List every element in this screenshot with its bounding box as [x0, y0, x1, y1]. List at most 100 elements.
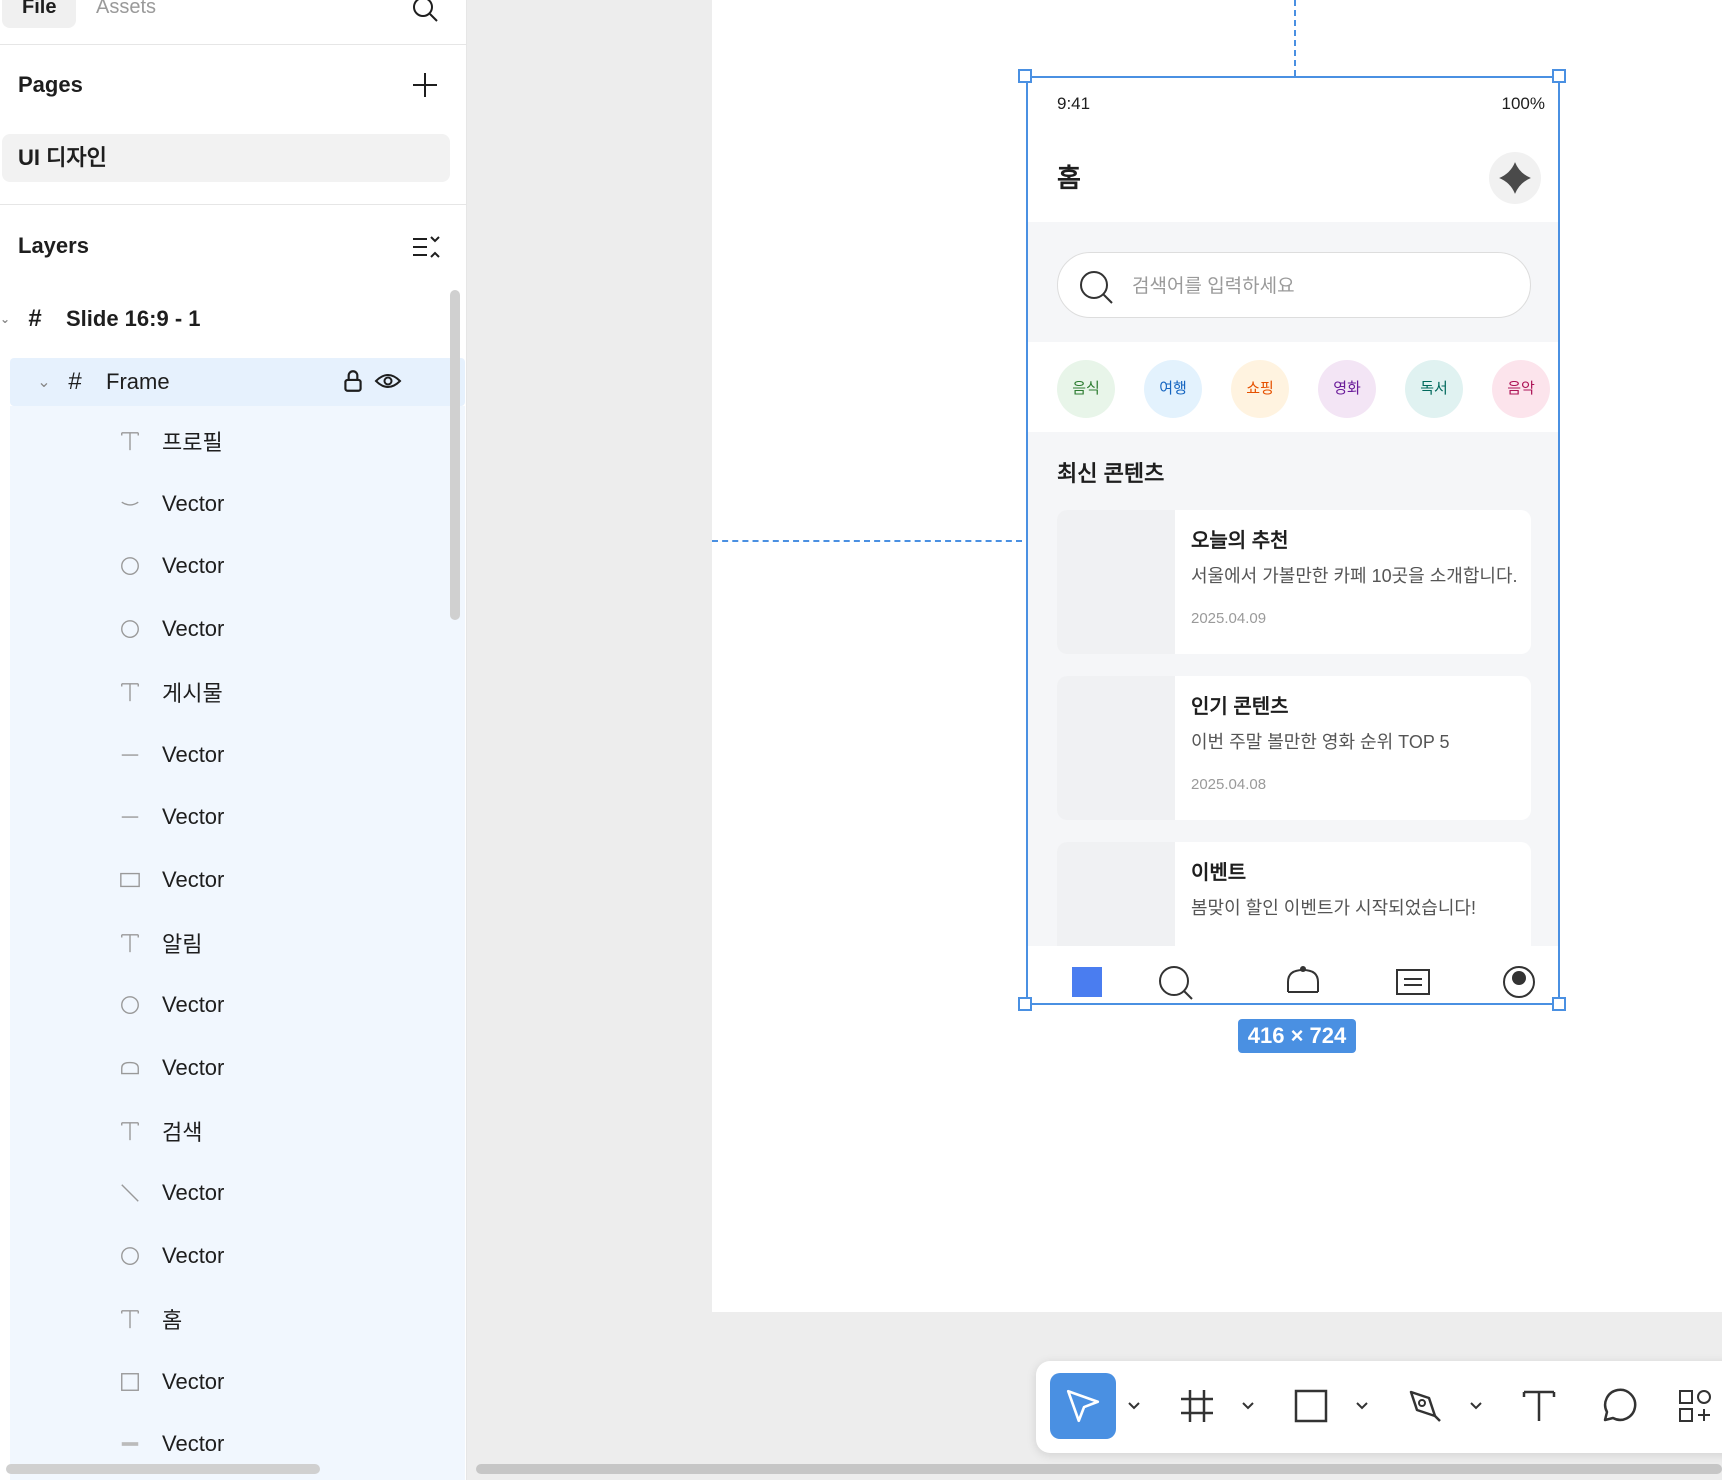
- content-card[interactable]: 오늘의 추천 서울에서 가볼만한 카페 10곳을 소개합니다. 2025.04.…: [1057, 510, 1531, 654]
- category-chip[interactable]: 음식: [1057, 360, 1115, 418]
- chevron-down-icon[interactable]: [1466, 1395, 1486, 1415]
- status-time: 9:41: [1057, 94, 1091, 113]
- layer-item[interactable]: Vector: [110, 982, 450, 1028]
- frame-tool-button[interactable]: [1164, 1373, 1230, 1439]
- guide-horizontal: [712, 540, 1022, 542]
- add-page-icon[interactable]: [410, 70, 440, 100]
- resize-handle-top-right[interactable]: [1552, 69, 1566, 83]
- resize-handle-top-left[interactable]: [1018, 69, 1032, 83]
- layer-item[interactable]: Vector: [110, 732, 450, 778]
- layer-item[interactable]: 게시물: [110, 669, 450, 715]
- chevron-down-icon[interactable]: ⌄: [10, 372, 60, 392]
- layer-frame[interactable]: ⌄ # Frame: [10, 358, 465, 406]
- layer-item[interactable]: Vector: [110, 606, 450, 652]
- resize-handle-bottom-left[interactable]: [1018, 997, 1032, 1011]
- resize-handle-bottom-right[interactable]: [1552, 997, 1566, 1011]
- document-icon: [1396, 969, 1430, 995]
- nav-home[interactable]: [1069, 964, 1105, 1000]
- pen-tool-button[interactable]: [1392, 1373, 1458, 1439]
- text-icon: [110, 672, 150, 712]
- chevron-down-icon[interactable]: ⌄: [0, 312, 10, 326]
- circle-vector-icon: [110, 985, 150, 1025]
- layer-item[interactable]: Vector: [110, 794, 450, 840]
- layer-label: Vector: [162, 616, 225, 642]
- layer-label: 홈: [162, 1307, 183, 1333]
- layer-item[interactable]: 검색: [110, 1108, 450, 1154]
- page-item-ui-design[interactable]: UI 디자인: [2, 134, 450, 182]
- layer-item[interactable]: Vector: [110, 1045, 450, 1091]
- nav-search[interactable]: [1157, 964, 1193, 1000]
- layers-vertical-scrollbar[interactable]: [450, 290, 460, 620]
- text-icon: [1522, 1390, 1556, 1421]
- layers-horizontal-scrollbar[interactable]: [6, 1464, 320, 1474]
- shape-tool-button[interactable]: [1278, 1373, 1344, 1439]
- bar-vector-icon: [110, 1424, 150, 1464]
- notification-button[interactable]: [1489, 152, 1541, 204]
- text-icon: [110, 923, 150, 963]
- card-thumbnail: [1057, 676, 1175, 820]
- layer-item[interactable]: Vector: [110, 857, 450, 903]
- resources-tool-button[interactable]: [1662, 1373, 1722, 1439]
- layer-label: 프로필: [162, 430, 223, 455]
- layer-label: Vector: [162, 992, 225, 1018]
- canvas-horizontal-scrollbar[interactable]: [476, 1464, 1722, 1474]
- layer-label: Vector: [162, 1180, 225, 1206]
- layer-slide[interactable]: ⌄ # Slide 16:9 - 1: [0, 296, 460, 342]
- content-card[interactable]: 인기 콘텐츠 이번 주말 볼만한 영화 순위 TOP 5 2025.04.08: [1057, 676, 1531, 820]
- card-date: 2025.04.08: [1191, 776, 1267, 793]
- search-area: 검색어를 입력하세요: [1027, 222, 1559, 342]
- card-description: 서울에서 가볼만한 카페 10곳을 소개합니다.: [1191, 566, 1518, 586]
- phone-frame[interactable]: 9:41 100% 홈 검색어를 입력하세요 음식 여행 쇼핑 영화 독서 음악 최신 콘…: [1027, 78, 1559, 1004]
- tab-assets[interactable]: Assets: [76, 0, 176, 28]
- layer-item[interactable]: 프로필: [110, 418, 450, 464]
- category-chip[interactable]: 쇼핑: [1231, 360, 1289, 418]
- layer-item[interactable]: Vector: [110, 1170, 450, 1216]
- chevron-down-icon[interactable]: [1352, 1395, 1372, 1415]
- category-chip[interactable]: 영화: [1318, 360, 1376, 418]
- canvas[interactable]: 9:41 100% 홈 검색어를 입력하세요 음식 여행 쇼핑 영화 독서 음악 최신 콘…: [468, 0, 1722, 1480]
- move-tool-button[interactable]: [1050, 1373, 1116, 1439]
- search-icon[interactable]: [410, 0, 440, 24]
- category-chip[interactable]: 독서: [1405, 360, 1463, 418]
- layer-item[interactable]: Vector: [110, 543, 450, 589]
- layer-item[interactable]: Vector: [110, 481, 450, 527]
- profile-icon: [1503, 966, 1535, 998]
- collapse-layers-icon[interactable]: [410, 232, 440, 262]
- layer-item[interactable]: Vector: [110, 1233, 450, 1279]
- frame-name: Frame: [106, 369, 170, 394]
- line-vector-icon: [110, 797, 150, 837]
- layer-item[interactable]: Vector: [110, 1359, 450, 1405]
- comment-icon: [1603, 1388, 1637, 1422]
- eye-icon[interactable]: [374, 371, 402, 391]
- comment-tool-button[interactable]: [1586, 1373, 1652, 1439]
- chevron-down-icon[interactable]: [1238, 1395, 1258, 1415]
- slide-name: Slide 16:9 - 1: [66, 306, 201, 331]
- text-tool-button[interactable]: [1506, 1373, 1572, 1439]
- circle-vector-icon: [110, 1236, 150, 1276]
- category-chip[interactable]: 여행: [1144, 360, 1202, 418]
- panel-tabs: File Assets: [0, 0, 466, 45]
- search-input[interactable]: 검색어를 입력하세요: [1057, 252, 1531, 318]
- search-placeholder: 검색어를 입력하세요: [1132, 276, 1295, 297]
- lock-icon[interactable]: [340, 368, 366, 394]
- layer-label: 게시물: [162, 680, 223, 706]
- bottom-navigation: [1027, 946, 1559, 1004]
- layer-label: Vector: [162, 1368, 225, 1394]
- layer-label: Vector: [162, 490, 225, 516]
- search-icon: [1159, 966, 1193, 1000]
- nav-alert[interactable]: [1285, 964, 1321, 1000]
- pages-title: Pages: [18, 72, 83, 97]
- chevron-down-icon[interactable]: [1124, 1395, 1144, 1415]
- nav-posts[interactable]: [1395, 964, 1431, 1000]
- layer-label: Vector: [162, 804, 225, 830]
- layer-item[interactable]: 알림: [110, 920, 450, 966]
- frame-icon: [1181, 1390, 1213, 1422]
- layer-item[interactable]: 홈: [110, 1296, 450, 1342]
- layer-item[interactable]: Vector: [110, 1421, 450, 1467]
- nav-profile[interactable]: [1501, 964, 1537, 1000]
- tab-file[interactable]: File: [2, 0, 77, 28]
- diagonal-line-icon: [110, 1173, 150, 1213]
- card-description: 이번 주말 볼만한 영화 순위 TOP 5: [1191, 732, 1450, 752]
- category-chip[interactable]: 음악: [1492, 360, 1550, 418]
- card-title: 이벤트: [1191, 862, 1247, 884]
